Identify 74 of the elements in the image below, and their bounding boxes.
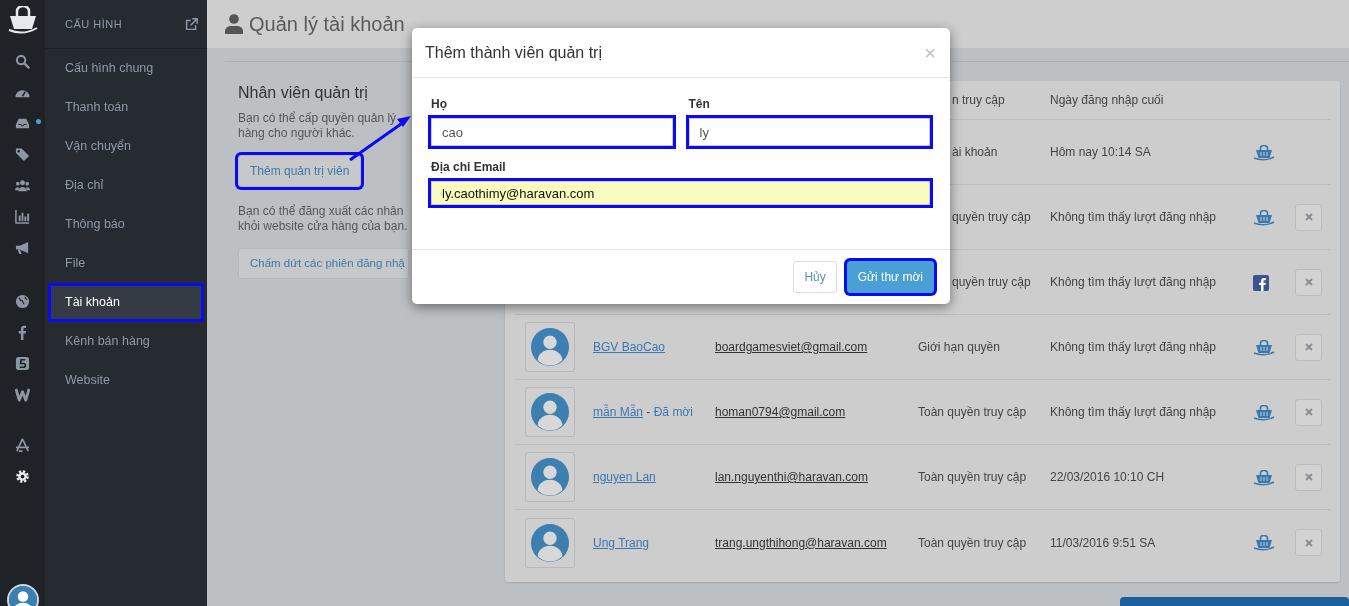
tag-icon[interactable] (15, 147, 30, 162)
close-icon (1304, 538, 1313, 547)
table-cell-text: Không tìm thấy lượt đăng nhập (1050, 404, 1217, 421)
column-header: n truy cập (951, 92, 1006, 109)
email-link[interactable]: lan.nguyenthi@haravan.com (715, 470, 868, 484)
compass-icon[interactable] (15, 438, 30, 453)
input-field[interactable]: ly (688, 118, 930, 146)
column-header: Ngày đăng nhập cuối (1050, 92, 1165, 109)
logo-icon[interactable] (6, 6, 39, 34)
sidebar-item[interactable]: Kênh bán hàng (45, 322, 207, 361)
table-cell-text: Không tìm thấy lượt đăng nhập (1050, 339, 1217, 356)
close-icon (1304, 213, 1313, 221)
sidebar-item[interactable]: Cấu hình chung (45, 49, 207, 88)
field-label: Tên (688, 96, 711, 113)
name-link[interactable]: mẫn Mẫn (593, 405, 644, 419)
close-icon (1304, 278, 1313, 286)
avatar-icon (525, 387, 575, 437)
table-cell-text: ài khoản (951, 144, 999, 161)
end-sessions-button[interactable]: Chấm dứt các phiên đăng nhậ (238, 248, 409, 280)
email-link[interactable]: boardgamesviet@gmail.com (715, 340, 868, 354)
table-cell-text: Toàn quyền truy cập (918, 404, 1028, 421)
email-link[interactable]: trang.ungthihong@haravan.com (715, 535, 887, 550)
cancel-button[interactable]: Hủy (793, 261, 837, 293)
email-link[interactable]: homan0794@gmail.com (715, 405, 846, 419)
external-link-icon[interactable] (185, 17, 198, 31)
input-field[interactable]: ly.caothimy@haravan.com (431, 181, 930, 205)
page-title: Quản lý tài khoản (249, 12, 405, 37)
avatar-icon (525, 322, 575, 372)
close-icon (1304, 473, 1313, 481)
table-cell-text: Toàn quyền truy cập (918, 469, 1028, 486)
sidebar-item[interactable]: Địa chỉ (45, 166, 207, 205)
settings-icon[interactable] (15, 469, 30, 484)
avatar-icon (525, 452, 575, 502)
name-link[interactable]: Ung Trang (593, 535, 650, 550)
megaphone-icon[interactable] (15, 240, 30, 255)
status-text: Đã mời (653, 405, 693, 419)
add-admin-button[interactable]: Thêm quản trị viên (238, 155, 362, 187)
globe-icon[interactable] (15, 294, 30, 309)
description-text: Bạn có thể đăng xuất các nhân khỏi website cửa hàng của bạn. (238, 204, 408, 234)
table-cell-text: Không tìm thấy lượt đăng nhập (1050, 209, 1217, 226)
name-link[interactable]: nguyen Lan (593, 470, 656, 484)
avatar-icon[interactable] (6, 584, 39, 606)
zigzag-icon[interactable] (15, 387, 30, 402)
table-cell-text: 11/03/2016 9:51 SA (1050, 534, 1157, 552)
sidebar-item[interactable]: Tài khoản (48, 283, 204, 322)
table-cell-text: Toàn quyền truy cập (918, 534, 1028, 552)
inbox-icon[interactable] (15, 116, 30, 131)
sidebar-item[interactable]: Thông báo (45, 205, 207, 244)
user-icon (225, 14, 243, 34)
sidebar-item[interactable]: File (45, 244, 207, 283)
table-cell-text: quyền truy cập (951, 209, 1032, 226)
sidebar-title: CẤU HÌNH (65, 16, 123, 32)
search-icon[interactable] (15, 54, 30, 69)
chart-icon[interactable] (15, 209, 30, 224)
separator-text: - (645, 405, 652, 419)
close-icon (1304, 343, 1313, 351)
input-field[interactable]: cao (431, 118, 673, 146)
table-cell-text: Giới hạn quyền (918, 339, 1001, 356)
send-invite-button[interactable]: Gửi thư mời (846, 261, 934, 293)
users-icon[interactable] (15, 178, 30, 193)
name-link[interactable]: BGV BaoCao (593, 340, 666, 354)
sidebar-item[interactable]: Thanh toán (45, 88, 207, 127)
table-cell-text: Hôm nay 10:14 SA (1050, 144, 1152, 161)
avatar-icon (525, 517, 575, 568)
description-text: Bạn có thể cấp quyền quản lý hàng cho người khác. (238, 111, 397, 141)
dialog-title: Thêm thành viên quản trị (425, 42, 602, 63)
field-label: Họ (431, 96, 448, 113)
close-icon (1304, 408, 1313, 416)
table-cell-text: Không tìm thấy lượt đăng nhập (1050, 274, 1217, 291)
sidebar-item[interactable]: Vận chuyển (45, 127, 207, 166)
table-cell-text: 22/03/2016 10:10 CH (1050, 469, 1166, 486)
sidebar-item[interactable]: Website (45, 361, 207, 400)
square-icon[interactable] (15, 356, 30, 371)
field-label: Địa chỉ Email (431, 159, 507, 176)
